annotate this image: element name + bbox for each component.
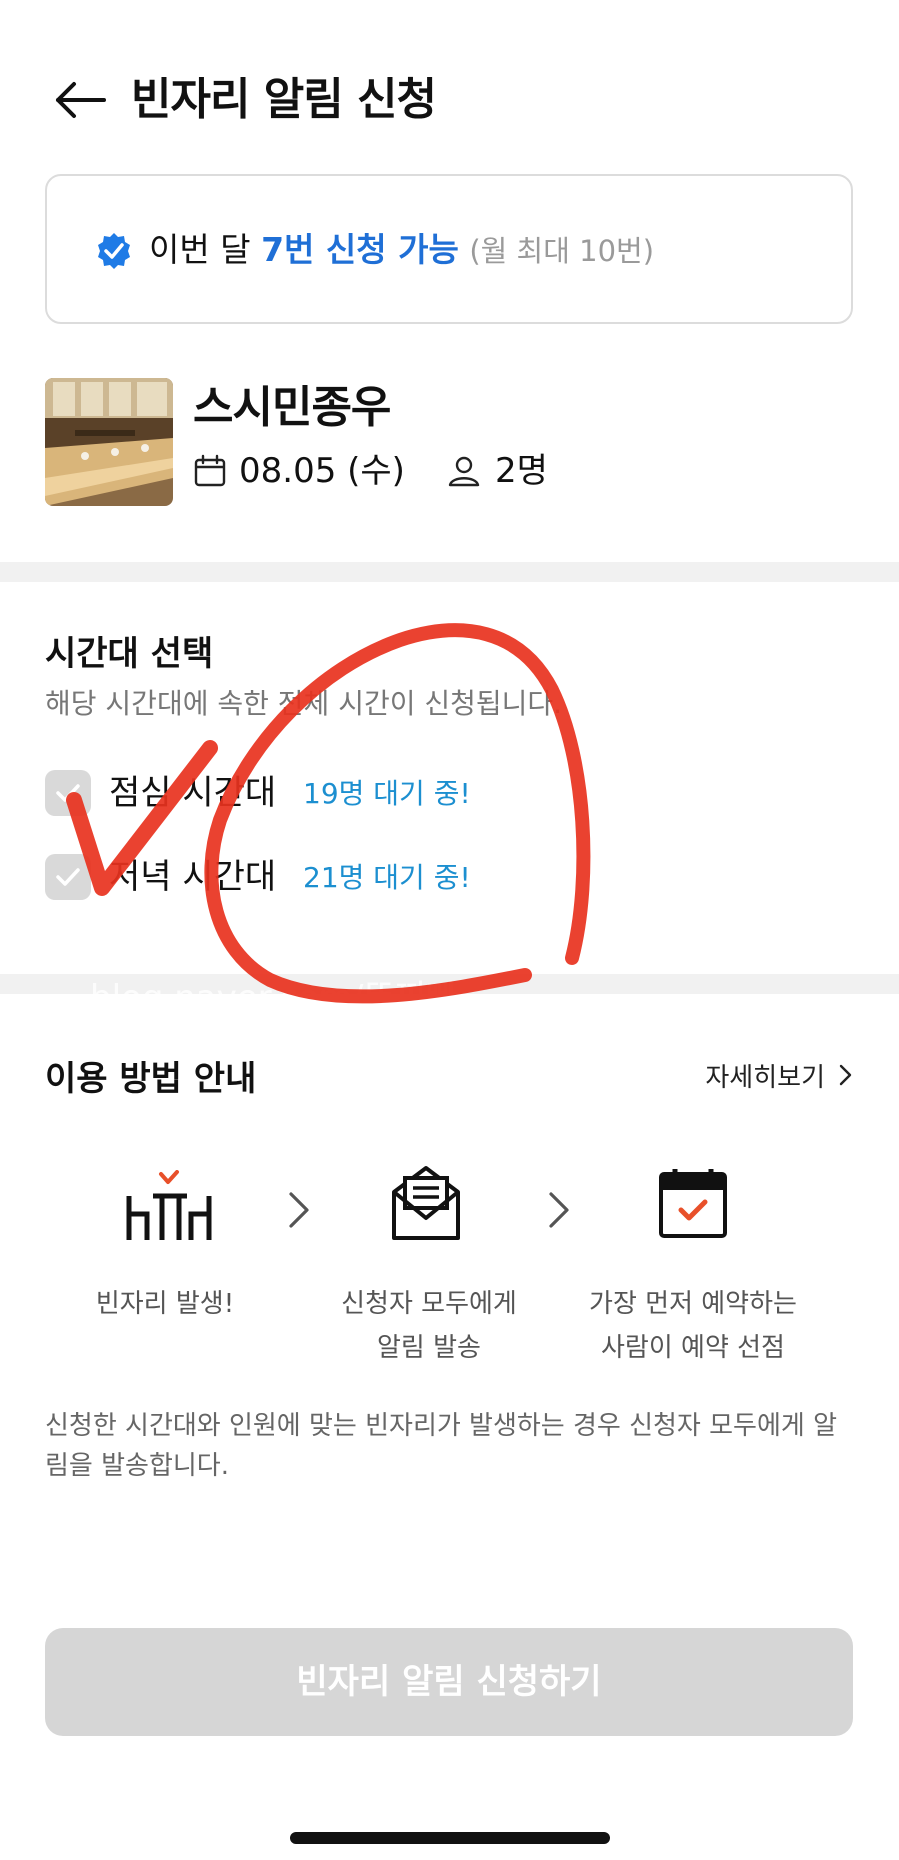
lunch-slot-option[interactable]: 점심 시간대 19명 대기 중!: [45, 768, 645, 818]
apply-notification-button[interactable]: 빈자리 알림 신청하기: [45, 1628, 853, 1736]
restaurant-photo: [45, 378, 173, 506]
chevron-right-icon: [839, 1058, 853, 1098]
dinner-slot-option[interactable]: 저녁 시간대 21명 대기 중!: [45, 852, 645, 902]
person-icon: [447, 454, 481, 488]
step-arrow-icon: [285, 1190, 313, 1230]
step-2-line1: 신청자 모두에게: [341, 1289, 517, 1319]
quota-text: 이번 달 7번 신청 가능 (월 최대 10번): [149, 224, 654, 277]
page-title: 빈자리 알림 신청: [131, 74, 437, 125]
step-2-line2: 알림 발송: [377, 1333, 481, 1363]
quota-max-note: (월 최대 10번): [469, 234, 655, 268]
calendar-icon: [193, 454, 227, 488]
reservation-date: 08.05 (수): [239, 451, 405, 491]
guide-description: 신청한 시간대와 인원에 맞는 빈자리가 발생하는 경우 신청자 모두에게 알림…: [45, 1411, 837, 1481]
quota-remaining: 7번 신청 가능: [261, 230, 459, 269]
dinner-slot-label: 저녁 시간대: [109, 857, 277, 897]
envelope-icon: [391, 1162, 461, 1246]
time-section-subtitle: 해당 시간대에 속한 전체 시간이 신청됩니다.: [45, 687, 563, 720]
restaurant-summary: 스시민종우 08.05 (수) 2명: [45, 378, 853, 508]
guide-title: 이용 방법 안내: [45, 1059, 257, 1099]
time-section-title: 시간대 선택: [45, 634, 214, 674]
section-divider: [0, 562, 899, 582]
blog-watermark: blog.naver.com/뚜찌빠: [90, 978, 458, 1018]
party-size: 2명: [495, 451, 548, 491]
lunch-waiting-count: 19명 대기 중!: [303, 777, 471, 810]
dinner-checkbox[interactable]: [45, 854, 91, 900]
application-quota-card: 이번 달 7번 신청 가능 (월 최대 10번): [45, 174, 853, 324]
step-2-label: 신청자 모두에게 알림 발송: [309, 1282, 549, 1370]
step-1-line1: 빈자리 발생!: [95, 1289, 235, 1319]
time-slot-section: 시간대 선택 해당 시간대에 속한 전체 시간이 신청됩니다. 점심 시간대 1…: [45, 630, 853, 900]
lunch-slot-label: 점심 시간대: [109, 773, 277, 813]
details-link[interactable]: 자세히보기: [705, 1058, 853, 1098]
step-3-label: 가장 먼저 예약하는 사람이 예약 선점: [573, 1282, 813, 1370]
app-header: 빈자리 알림 신청: [0, 0, 899, 200]
quota-prefix: 이번 달: [149, 230, 251, 269]
restaurant-name: 스시민종우: [193, 382, 391, 433]
details-link-label: 자세히보기: [705, 1063, 825, 1093]
step-arrow-icon: [545, 1190, 573, 1230]
step-3-line2: 사람이 예약 선점: [601, 1333, 785, 1363]
home-indicator: [290, 1832, 610, 1844]
lunch-checkbox[interactable]: [45, 770, 91, 816]
dinner-waiting-count: 21명 대기 중!: [303, 861, 471, 894]
step-1-label: 빈자리 발생!: [45, 1282, 285, 1326]
verified-check-icon: [95, 232, 133, 270]
calendar-check-icon: [657, 1168, 729, 1244]
step-3-line1: 가장 먼저 예약하는: [589, 1289, 797, 1319]
back-arrow-icon[interactable]: [52, 70, 112, 130]
vacant-seat-icon: [125, 1170, 215, 1246]
